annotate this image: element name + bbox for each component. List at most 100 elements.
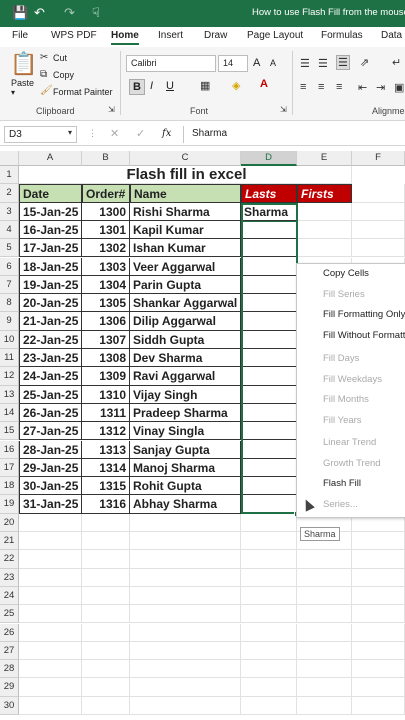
cell[interactable] <box>19 513 82 532</box>
order-cell[interactable]: 1307 <box>82 330 130 349</box>
date-cell[interactable]: 27-Jan-25 <box>19 422 82 441</box>
menu-item-fill-without-formatting[interactable]: Fill Without Formatting <box>323 330 405 341</box>
column-header-b[interactable]: B <box>82 151 130 166</box>
date-cell[interactable]: 17-Jan-25 <box>19 239 82 258</box>
cell[interactable] <box>19 660 82 679</box>
tab-wps-pdf[interactable]: WPS PDF <box>51 30 97 41</box>
formula-bar-more-icon[interactable]: ⋮ <box>88 128 97 139</box>
cell[interactable] <box>130 678 241 697</box>
name-cell[interactable]: Vijay Singh <box>130 385 241 404</box>
cell[interactable] <box>130 568 241 587</box>
cell[interactable] <box>241 678 297 697</box>
autofill-context-menu[interactable]: Copy Cells Fill Series Fill Formatting Onl… <box>296 263 405 518</box>
name-cell[interactable]: Pradeep Sharma <box>130 403 241 423</box>
row-header[interactable]: 14 <box>0 403 19 423</box>
row-header[interactable]: 2 <box>0 184 19 203</box>
formula-input[interactable]: Sharma <box>183 126 405 143</box>
name-cell[interactable]: Abhay Sharma <box>130 495 241 514</box>
cell[interactable] <box>241 532 297 551</box>
tab-formulas[interactable]: Formulas <box>321 30 363 41</box>
tab-file[interactable]: File <box>12 30 28 41</box>
cell[interactable] <box>352 586 405 606</box>
cell[interactable] <box>82 532 130 551</box>
row-header[interactable]: 26 <box>0 623 19 642</box>
row-header[interactable]: 18 <box>0 477 19 496</box>
row-header[interactable]: 9 <box>0 312 19 331</box>
name-cell[interactable]: Dilip Aggarwal <box>130 312 241 331</box>
menu-item-fill-formatting-only[interactable]: Fill Formatting Only <box>323 309 405 320</box>
order-cell[interactable]: 1310 <box>82 385 130 404</box>
align-middle-icon[interactable]: ☰ <box>318 57 328 70</box>
cell[interactable] <box>241 605 297 624</box>
row-header[interactable]: 4 <box>0 220 19 240</box>
cell[interactable] <box>241 660 297 679</box>
tab-page-layout[interactable]: Page Layout <box>247 30 303 41</box>
cell[interactable] <box>297 660 352 679</box>
format-painter-button[interactable]: Format Painter <box>53 87 113 97</box>
last-name-cell[interactable] <box>241 440 297 459</box>
cell[interactable] <box>241 623 297 642</box>
menu-item-fill-months[interactable]: Fill Months <box>323 394 369 405</box>
row-header[interactable]: 22 <box>0 550 19 569</box>
row-header[interactable]: 16 <box>0 440 19 459</box>
cell[interactable] <box>19 696 82 715</box>
cell[interactable] <box>297 678 352 697</box>
order-cell[interactable]: 1311 <box>82 403 130 423</box>
cell[interactable] <box>297 220 352 240</box>
last-name-cell[interactable] <box>241 239 297 258</box>
cell[interactable] <box>82 586 130 606</box>
bold-button[interactable]: B <box>129 79 145 95</box>
cell[interactable] <box>82 550 130 569</box>
last-name-cell[interactable] <box>241 330 297 349</box>
tab-home[interactable]: Home <box>111 30 139 45</box>
cell[interactable] <box>82 605 130 624</box>
order-cell[interactable]: 1306 <box>82 312 130 331</box>
fill-color-icon[interactable]: ◈ <box>232 79 240 92</box>
align-top-icon[interactable]: ☰ <box>300 57 310 70</box>
orientation-icon[interactable]: ⇗ <box>360 56 369 69</box>
date-cell[interactable]: 28-Jan-25 <box>19 440 82 459</box>
date-cell[interactable]: 16-Jan-25 <box>19 220 82 240</box>
order-cell[interactable]: 1308 <box>82 349 130 368</box>
row-header[interactable]: 11 <box>0 349 19 368</box>
cut-icon[interactable]: ✂ <box>40 52 48 63</box>
date-cell[interactable]: 24-Jan-25 <box>19 367 82 386</box>
order-cell[interactable]: 1303 <box>82 257 130 276</box>
date-cell[interactable]: 31-Jan-25 <box>19 495 82 514</box>
date-cell[interactable]: 26-Jan-25 <box>19 403 82 423</box>
row-header[interactable]: 28 <box>0 660 19 679</box>
cell[interactable] <box>130 660 241 679</box>
tab-data[interactable]: Data <box>381 30 402 41</box>
last-name-cell[interactable] <box>241 422 297 441</box>
name-cell[interactable]: Sanjay Gupta <box>130 440 241 459</box>
borders-icon[interactable]: ▦ <box>200 79 210 92</box>
copy-icon[interactable]: ⧉ <box>40 69 47 80</box>
align-bottom-icon[interactable]: ☰ <box>336 55 350 70</box>
cell[interactable] <box>19 550 82 569</box>
date-cell[interactable]: 29-Jan-25 <box>19 458 82 478</box>
row-header[interactable]: 19 <box>0 495 19 514</box>
align-left-icon[interactable]: ≡ <box>300 81 306 93</box>
font-name-select[interactable]: Calibri <box>126 55 216 72</box>
last-name-cell[interactable] <box>241 312 297 331</box>
date-cell[interactable]: 22-Jan-25 <box>19 330 82 349</box>
shrink-font-button[interactable]: A <box>270 58 276 68</box>
row-header[interactable]: 23 <box>0 568 19 587</box>
cut-button[interactable]: Cut <box>53 53 67 63</box>
menu-item-series[interactable]: Series... <box>323 499 358 510</box>
column-header-c[interactable]: C <box>130 151 241 166</box>
cell[interactable] <box>19 532 82 551</box>
name-cell[interactable]: Shankar Aggarwal <box>130 294 241 313</box>
header-name[interactable]: Name <box>130 184 241 203</box>
row-header[interactable]: 10 <box>0 330 19 349</box>
row-header[interactable]: 21 <box>0 532 19 551</box>
cell[interactable] <box>241 550 297 569</box>
name-cell[interactable]: Siddh Gupta <box>130 330 241 349</box>
underline-button[interactable]: U <box>166 80 174 92</box>
cell[interactable] <box>82 678 130 697</box>
insert-function-button[interactable]: fx <box>162 128 171 139</box>
menu-item-linear-trend[interactable]: Linear Trend <box>323 437 376 448</box>
redo-icon[interactable]: ↷ <box>64 5 75 21</box>
row-header[interactable]: 27 <box>0 641 19 661</box>
last-name-cell[interactable] <box>241 385 297 404</box>
